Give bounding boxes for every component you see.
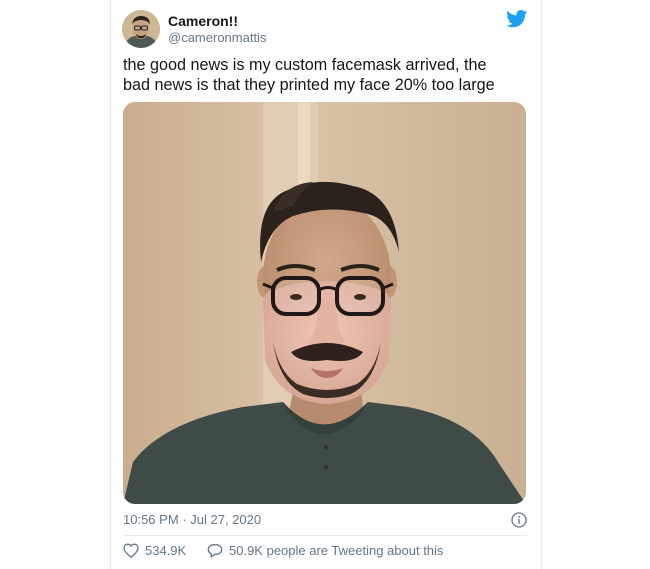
heart-icon bbox=[123, 543, 139, 558]
avatar[interactable] bbox=[122, 10, 160, 48]
tweet-time: 10:56 PM bbox=[123, 512, 179, 527]
tweet-photo[interactable] bbox=[123, 102, 526, 504]
like-button[interactable]: 534.9K bbox=[123, 543, 186, 558]
divider bbox=[123, 535, 527, 536]
tweet-text-line-1: the good news is my custom facemask arri… bbox=[123, 56, 487, 74]
tweeting-about-this-text: 50.9K people are Tweeting about this bbox=[229, 543, 444, 558]
speech-bubble-icon bbox=[207, 544, 223, 558]
tweeting-about-this-link[interactable]: 50.9K people are Tweeting about this bbox=[207, 543, 443, 558]
twitter-bird-icon[interactable] bbox=[506, 10, 528, 28]
tweet-date: Jul 27, 2020 bbox=[190, 512, 262, 527]
like-count: 534.9K bbox=[145, 543, 187, 558]
tweet-text-line-2: bad news is that they printed my face 20… bbox=[123, 76, 495, 94]
info-icon[interactable] bbox=[511, 512, 527, 528]
timestamp-separator: · bbox=[182, 512, 187, 527]
user-handle[interactable]: @cameronmattis bbox=[168, 30, 266, 45]
display-name[interactable]: Cameron!! bbox=[168, 13, 238, 29]
tweet-timestamp[interactable]: 10:56 PM · Jul 27, 2020 bbox=[123, 512, 261, 527]
tweet-text: the good news is my custom facemask arri… bbox=[123, 55, 528, 95]
